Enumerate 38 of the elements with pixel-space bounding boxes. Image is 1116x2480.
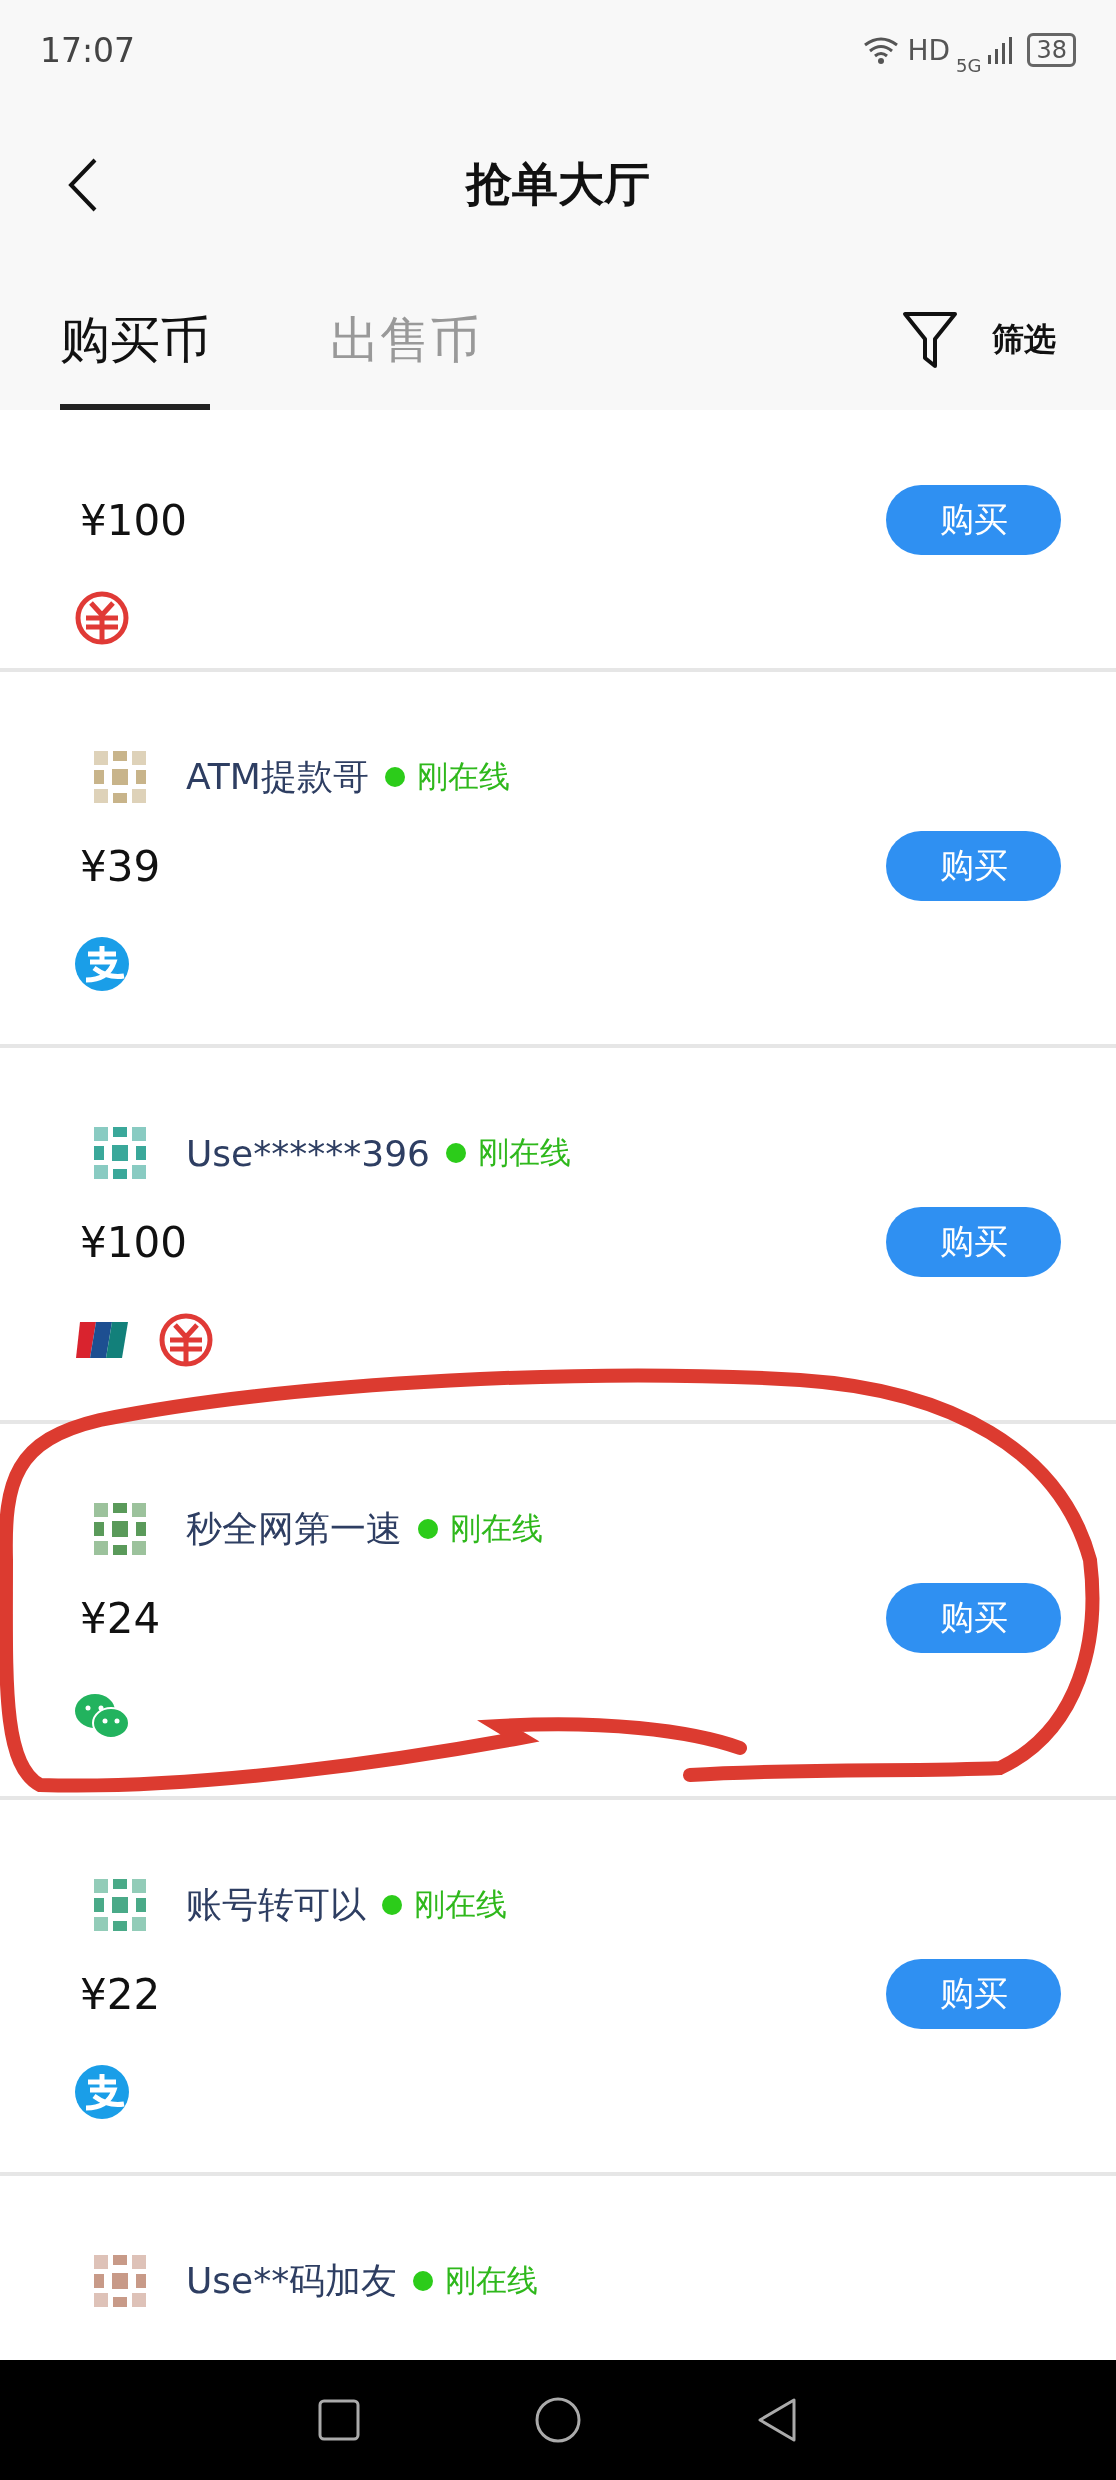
online-status: 刚在线 bbox=[445, 2261, 539, 2300]
online-dot-icon bbox=[413, 2271, 434, 2291]
online-status: 刚在线 bbox=[414, 1885, 507, 1924]
yuan-coin-icon bbox=[158, 1312, 214, 1368]
price: ¥39 bbox=[80, 841, 161, 891]
online-dot-icon bbox=[445, 1143, 466, 1163]
price: ¥100 bbox=[80, 495, 187, 545]
alipay-icon bbox=[74, 936, 130, 992]
seller-name[interactable]: 秒全网第一速 bbox=[186, 1504, 402, 1554]
online-dot-icon bbox=[384, 767, 405, 787]
online-status: 刚在线 bbox=[477, 1133, 571, 1172]
network-type-label: 5G bbox=[956, 54, 982, 76]
battery-level: 38 bbox=[1027, 33, 1076, 67]
page-title: 抢单大厅 bbox=[466, 156, 650, 213]
online-status: 刚在线 bbox=[416, 757, 510, 796]
recent-apps-icon[interactable] bbox=[317, 2399, 360, 2441]
filter-button[interactable]: 筛选 bbox=[992, 318, 1056, 362]
seller-name[interactable]: 账号转可以 bbox=[186, 1880, 366, 1930]
yuan-coin-icon bbox=[74, 590, 130, 646]
seller-name[interactable]: Use**码加友 bbox=[186, 2256, 398, 2306]
seller-name[interactable]: Use******396 bbox=[186, 1132, 430, 1174]
filter-icon[interactable] bbox=[902, 311, 958, 369]
online-status: 刚在线 bbox=[450, 1509, 543, 1548]
chat-bubbles-icon bbox=[74, 1692, 130, 1740]
bank-card-icon bbox=[74, 1320, 130, 1360]
home-icon[interactable] bbox=[535, 2397, 581, 2443]
back-nav-icon[interactable] bbox=[756, 2397, 799, 2443]
seller-name[interactable]: ATM提款哥 bbox=[186, 752, 369, 802]
signal-icon bbox=[987, 35, 1014, 65]
online-dot-icon bbox=[382, 1895, 402, 1915]
price: ¥22 bbox=[80, 1969, 161, 2019]
clock-time: 17:07 bbox=[40, 30, 136, 70]
network-label: HD bbox=[907, 33, 951, 67]
back-icon[interactable] bbox=[68, 157, 98, 213]
price: ¥24 bbox=[80, 1593, 161, 1643]
alipay-icon bbox=[74, 2064, 130, 2120]
price: ¥100 bbox=[80, 1217, 187, 1267]
online-dot-icon bbox=[418, 1519, 438, 1539]
